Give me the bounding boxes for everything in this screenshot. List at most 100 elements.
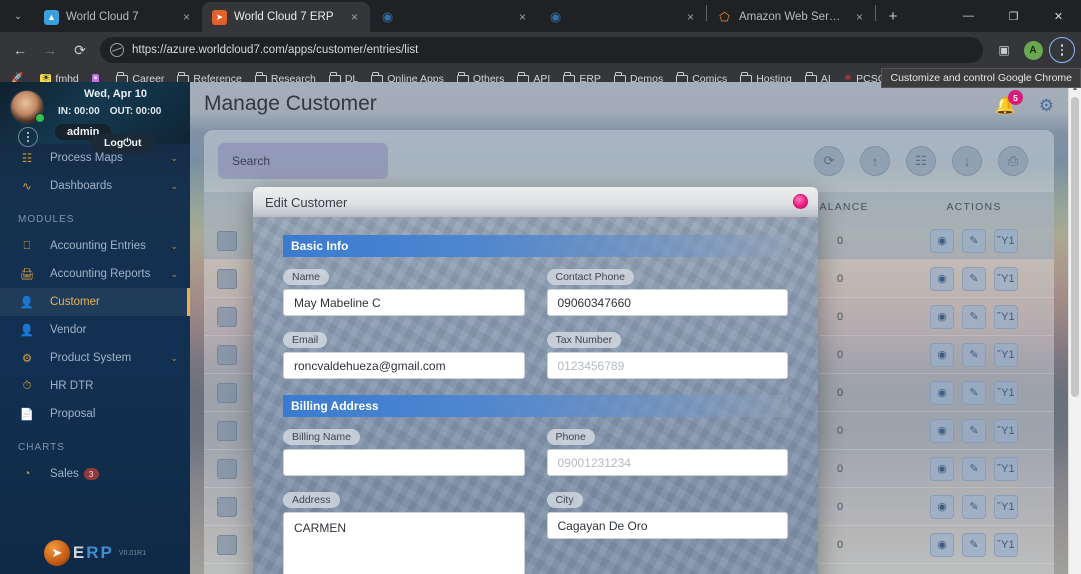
sidebar-item-process-maps[interactable]: ☷ Process Maps ⌄ <box>0 144 190 172</box>
delete-button[interactable]: Ὕ1 <box>994 228 1018 253</box>
minimize-button[interactable]: — <box>946 0 991 32</box>
view-button[interactable]: ◉ <box>930 532 954 557</box>
tab-close-button[interactable]: × <box>179 10 194 25</box>
sidebar-item-product-system[interactable]: ⚙ Product System ⌄ <box>0 344 190 372</box>
sidebar-item-dashboards[interactable]: ∿ Dashboards ⌄ <box>0 172 190 200</box>
window-close-button[interactable]: ✕ <box>1036 0 1081 32</box>
row-checkbox-cell <box>204 268 250 289</box>
view-button[interactable]: ◉ <box>930 380 954 405</box>
row-checkbox[interactable] <box>217 534 237 555</box>
tax-number-input[interactable]: 0123456789 <box>546 352 788 379</box>
panel-toolbar: Search ⟳ ↑ ☷ ↓ ⎙ <box>204 130 1054 192</box>
edit-button[interactable]: ✎ <box>962 456 986 481</box>
search-input[interactable]: Search <box>218 143 388 179</box>
view-button[interactable]: ◉ <box>930 228 954 253</box>
delete-button[interactable]: Ὕ1 <box>994 380 1018 405</box>
row-checkbox[interactable] <box>217 420 237 441</box>
page-scrollbar[interactable]: ▲ <box>1068 82 1081 574</box>
print-button[interactable]: ⎙ <box>998 146 1028 176</box>
delete-button[interactable]: Ὕ1 <box>994 342 1018 367</box>
edit-button[interactable]: ✎ <box>962 380 986 405</box>
row-checkbox[interactable] <box>217 382 237 403</box>
email-input[interactable]: roncvaldehueza@gmail.com <box>283 352 525 379</box>
view-button[interactable]: ◉ <box>930 418 954 443</box>
logo-version: V0.01R1 <box>118 549 147 557</box>
profile-avatar[interactable]: A <box>1020 37 1046 63</box>
edit-button[interactable]: ✎ <box>962 304 986 329</box>
forward-button[interactable]: → <box>36 36 64 64</box>
row-checkbox[interactable] <box>217 344 237 365</box>
chrome-menu-button[interactable] <box>1049 37 1075 63</box>
edit-button[interactable]: ✎ <box>962 266 986 291</box>
row-checkbox[interactable] <box>217 496 237 517</box>
sidebar-item-customer[interactable]: 👤 Customer <box>0 288 190 316</box>
browser-tab-1[interactable]: ▲ World Cloud 7 × <box>34 2 202 32</box>
view-button[interactable]: ◉ <box>930 342 954 367</box>
reload-button[interactable]: ⟳ <box>66 36 94 64</box>
row-checkbox[interactable] <box>217 230 237 251</box>
sidebar-item-proposal[interactable]: 📄 Proposal <box>0 400 190 428</box>
tab-close-button[interactable]: × <box>683 10 698 25</box>
sidebar-item-accounting-reports[interactable]: 🖨 Accounting Reports ⌄ <box>0 260 190 288</box>
browser-tab-4[interactable]: ◉ × <box>538 2 706 32</box>
sidebar-item-sales[interactable]: ◔ Sales 3 <box>0 460 190 488</box>
edit-button[interactable]: ✎ <box>962 418 986 443</box>
view-button[interactable]: ◉ <box>930 304 954 329</box>
view-button[interactable]: ◉ <box>930 456 954 481</box>
address-textarea[interactable]: CARMEN <box>283 512 525 574</box>
back-button[interactable]: ← <box>6 36 34 64</box>
row-actions: ◉ ✎ Ὕ1 <box>894 342 1054 367</box>
field-label: Billing Name <box>283 429 360 445</box>
maximize-button[interactable]: ❐ <box>991 0 1036 32</box>
tab-close-button[interactable]: × <box>515 10 530 25</box>
edit-button[interactable]: ✎ <box>962 532 986 557</box>
url-text: https://azure.worldcloud7.com/apps/custo… <box>132 44 419 56</box>
sidebar-item-hr-dtr[interactable]: ⏱ HR DTR <box>0 372 190 400</box>
browser-tab-5[interactable]: ⬠ Amazon Web Services Sign-In × <box>707 2 875 32</box>
city-input[interactable]: Cagayan De Oro <box>546 512 788 539</box>
view-button[interactable]: ◉ <box>930 494 954 519</box>
tab-search-button[interactable]: ⌄ <box>4 2 32 30</box>
edit-button[interactable]: ✎ <box>962 228 986 253</box>
row-checkbox[interactable] <box>217 306 237 327</box>
refresh-button[interactable]: ⟳ <box>814 146 844 176</box>
import-file-button[interactable]: ☷ <box>906 146 936 176</box>
tab-close-button[interactable]: × <box>852 10 867 25</box>
address-bar[interactable]: https://azure.worldcloud7.com/apps/custo… <box>100 37 983 63</box>
scrollbar-thumb[interactable] <box>1071 97 1079 397</box>
billing-name-input[interactable] <box>283 449 525 476</box>
row-checkbox[interactable] <box>217 458 237 479</box>
site-info-icon[interactable] <box>110 43 124 57</box>
new-tab-button[interactable]: + <box>880 3 906 29</box>
browser-tab-3[interactable]: ◉ × <box>370 2 538 32</box>
field-billing-phone: Phone 09001231234 <box>546 427 788 476</box>
delete-button[interactable]: Ὕ1 <box>994 418 1018 443</box>
row-checkbox[interactable] <box>217 268 237 289</box>
download-button[interactable]: ↓ <box>952 146 982 176</box>
view-button[interactable]: ◉ <box>930 266 954 291</box>
sidebar-item-accounting-entries[interactable]: ⎕ Accounting Entries ⌄ <box>0 232 190 260</box>
delete-button[interactable]: Ὕ1 <box>994 304 1018 329</box>
sidebar-item-vendor[interactable]: 👤 Vendor <box>0 316 190 344</box>
tab-close-button[interactable]: × <box>347 10 362 25</box>
close-icon[interactable] <box>793 194 808 209</box>
browser-toolbar: ← → ⟳ https://azure.worldcloud7.com/apps… <box>0 32 1081 68</box>
delete-button[interactable]: Ὕ1 <box>994 456 1018 481</box>
settings-button[interactable]: ⚙ <box>1039 96 1054 116</box>
tab-separator <box>875 4 876 21</box>
name-input[interactable]: May Mabeline C <box>283 289 525 316</box>
row-checkbox-cell <box>204 496 250 517</box>
upload-button[interactable]: ↑ <box>860 146 890 176</box>
edit-button[interactable]: ✎ <box>962 342 986 367</box>
sidebar-section-charts: CHARTS <box>18 442 65 453</box>
sidebar-item-label: Process Maps <box>50 152 123 164</box>
delete-button[interactable]: Ὕ1 <box>994 266 1018 291</box>
browser-tab-2[interactable]: ➤ World Cloud 7 ERP × <box>202 2 370 32</box>
notifications-button[interactable]: 🔔 5 <box>995 90 1023 116</box>
delete-button[interactable]: Ὕ1 <box>994 494 1018 519</box>
side-panel-icon[interactable]: ▣ <box>991 37 1017 63</box>
contact-phone-input[interactable]: 09060347660 <box>546 289 788 316</box>
billing-phone-input[interactable]: 09001231234 <box>546 449 788 476</box>
edit-button[interactable]: ✎ <box>962 494 986 519</box>
delete-button[interactable]: Ὕ1 <box>994 532 1018 557</box>
